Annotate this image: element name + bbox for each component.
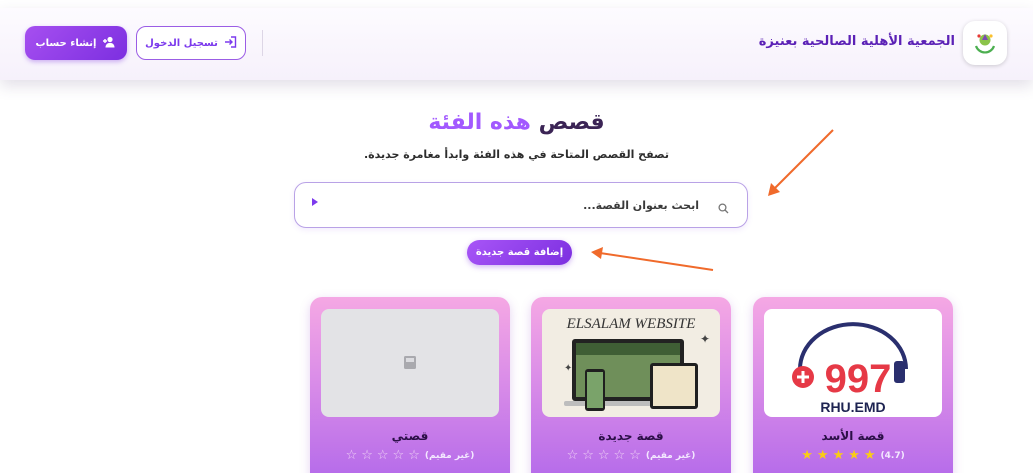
website-devices-image-icon: ELSALAM WEBSITE ✦ ✦ <box>564 316 710 411</box>
story-card-title[interactable]: قصة الأسد <box>753 429 953 443</box>
story-card-image: 997 RHU.EMD <box>764 309 942 417</box>
rating-text: (غير مقيم) <box>645 450 696 461</box>
star-icon: ☆ <box>629 448 641 463</box>
star-icon: ☆ <box>566 448 579 463</box>
header-divider <box>262 30 263 56</box>
rating-stars: ☆ ☆ ☆ ☆ ☆ <box>346 449 420 462</box>
search-box[interactable] <box>294 182 748 228</box>
association-logo-icon[interactable] <box>963 21 1007 65</box>
image-text-rhu: RHU.EMD <box>820 399 885 415</box>
story-card-rating: (غير مقيم) ☆ ☆ ☆ ☆ ☆ <box>531 449 731 462</box>
login-icon <box>224 36 237 50</box>
site-header: إنشاء حساب تسجيل الدخول الجمعية الأهلية … <box>0 8 1033 80</box>
story-card[interactable]: ELSALAM WEBSITE ✦ ✦ قصة جديدة (غير مقيم)… <box>531 297 731 473</box>
signup-button[interactable]: إنشاء حساب <box>25 26 127 60</box>
search-icon <box>718 199 729 218</box>
story-card-image <box>321 309 499 417</box>
star-icon: ☆ <box>392 448 405 463</box>
play-icon[interactable] <box>312 198 318 206</box>
story-card[interactable]: 997 RHU.EMD قصة الأسد (4.7) ★ ★ ★ ★ ★ <box>753 297 953 473</box>
image-text-website: ELSALAM WEBSITE <box>566 316 696 332</box>
brand-name[interactable]: الجمعية الأهلية الصالحية بعنيزة <box>759 34 955 49</box>
page-title-accent: هذه الفئة <box>428 110 531 135</box>
star-icon: ★ <box>848 448 860 463</box>
logo-997-rhu-emd-icon: 997 RHU.EMD <box>792 322 908 415</box>
star-icon: ★ <box>816 448 829 463</box>
star-icon: ☆ <box>376 448 389 463</box>
page-subtitle: تصفح القصص المتاحة في هذه الفئة وابدأ مغ… <box>364 148 669 161</box>
placeholder-image-icon <box>404 356 416 369</box>
login-label: تسجيل الدخول <box>145 37 218 49</box>
star-icon: ☆ <box>582 448 594 463</box>
star-icon: ★ <box>863 448 876 463</box>
star-icon: ☆ <box>345 448 358 463</box>
svg-text:✦: ✦ <box>700 332 710 346</box>
rating-stars: ★ ★ ★ ★ ★ <box>801 449 875 462</box>
story-card-rating: (غير مقيم) ☆ ☆ ☆ ☆ ☆ <box>310 449 510 462</box>
star-icon: ★ <box>832 448 845 463</box>
annotation-arrow-search <box>768 129 834 196</box>
story-card[interactable]: قصتي (غير مقيم) ☆ ☆ ☆ ☆ ☆ <box>310 297 510 473</box>
image-text-997: 997 <box>825 357 892 401</box>
story-card-title[interactable]: قصتي <box>310 429 510 443</box>
story-card-title[interactable]: قصة جديدة <box>531 429 731 443</box>
story-card-rating: (4.7) ★ ★ ★ ★ ★ <box>753 449 953 462</box>
svg-text:✦: ✦ <box>564 363 572 374</box>
star-icon: ☆ <box>613 448 626 463</box>
rating-text: (غير مقيم) <box>424 450 475 461</box>
login-button[interactable]: تسجيل الدخول <box>136 26 246 60</box>
annotation-arrow-add <box>591 247 714 271</box>
star-icon: ☆ <box>408 448 420 463</box>
user-plus-icon <box>102 36 116 50</box>
star-icon: ★ <box>801 448 813 463</box>
star-icon: ☆ <box>597 448 610 463</box>
add-story-button[interactable]: إضافة قصة جديدة <box>467 240 572 265</box>
rating-stars: ☆ ☆ ☆ ☆ ☆ <box>567 449 641 462</box>
page-title: قصص هذه الفئة <box>0 110 1033 135</box>
star-icon: ☆ <box>361 448 373 463</box>
page-title-plain: قصص <box>538 110 605 135</box>
story-card-image: ELSALAM WEBSITE ✦ ✦ <box>542 309 720 417</box>
rating-text: (4.7) <box>880 450 905 461</box>
search-input[interactable] <box>329 191 699 219</box>
signup-label: إنشاء حساب <box>35 37 97 49</box>
